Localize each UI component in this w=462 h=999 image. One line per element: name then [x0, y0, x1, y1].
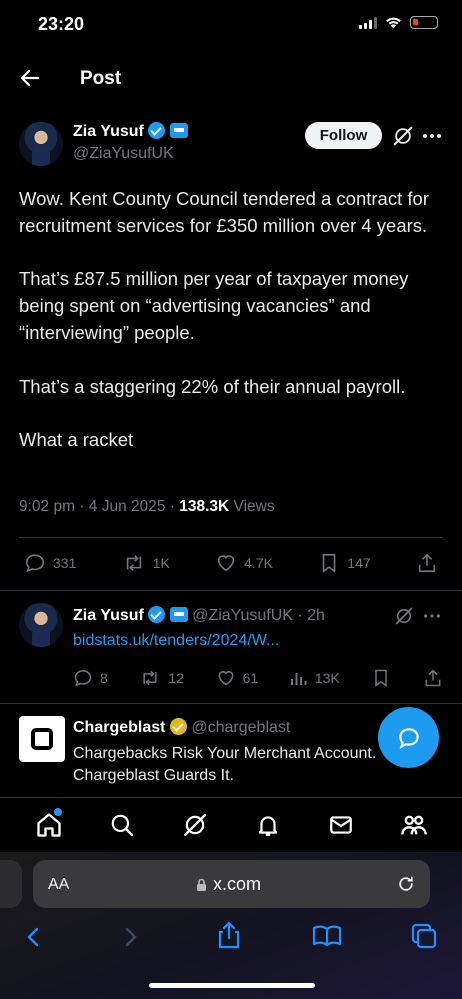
follow-button[interactable]: Follow: [305, 122, 382, 149]
author-line: Zia Yusuf: [73, 122, 188, 141]
reply-views-count: 13K: [314, 670, 340, 686]
forward-icon: [125, 927, 137, 947]
url-display[interactable]: x.com: [196, 874, 261, 895]
reply-repost-count: 12: [168, 670, 184, 686]
back-icon[interactable]: [22, 925, 44, 949]
reply-author-line: Zia Yusuf @ZiaYusufUK · 2h: [73, 606, 325, 625]
affiliate-badge-icon: [169, 123, 188, 138]
home-indicator: [149, 983, 315, 988]
bookmark-icon: [375, 669, 388, 687]
like-count: 4.7K: [244, 555, 273, 571]
verified-icon: [148, 122, 166, 139]
search-icon: [111, 814, 133, 836]
ad-handle[interactable]: @chargeblast: [191, 719, 290, 736]
like-icon: [218, 671, 234, 686]
like-icon: [217, 555, 235, 572]
grok-icon: [183, 814, 206, 836]
previous-tab-bar[interactable]: [0, 860, 22, 908]
ad-name[interactable]: Chargeblast: [73, 719, 165, 736]
compose-message-button[interactable]: [378, 707, 439, 768]
share-icon: [418, 553, 436, 573]
repost-icon: [143, 670, 158, 686]
tab-notifications[interactable]: [248, 805, 288, 845]
reply-reply-button[interactable]: 8: [73, 668, 108, 688]
status-time: 23:20: [38, 14, 85, 34]
reply-views-button[interactable]: 13K: [290, 669, 340, 687]
divider: [0, 703, 462, 704]
reply-like-button[interactable]: 61: [216, 668, 259, 688]
reply-link[interactable]: bidstats.uk/tenders/2024/W...: [73, 632, 279, 650]
reply-author-name[interactable]: Zia Yusuf: [73, 607, 144, 624]
views-count[interactable]: 138.3K: [179, 498, 229, 515]
share-icon: [425, 669, 441, 687]
reply-bookmark-button[interactable]: [371, 668, 391, 688]
reply-avatar[interactable]: [19, 603, 63, 647]
reload-icon[interactable]: [396, 874, 416, 894]
author-name[interactable]: Zia Yusuf: [73, 123, 144, 140]
post-timestamp: 9:02 pm · 4 Jun 2025 ·: [19, 498, 180, 515]
verified-icon: [148, 606, 166, 623]
reply-icon: [25, 554, 45, 573]
wifi-icon: [386, 17, 401, 29]
tab-home[interactable]: [29, 805, 69, 845]
more-icon[interactable]: [422, 606, 442, 626]
ad-author-line: Chargeblast @chargeblast: [73, 718, 290, 737]
repost-count: 1K: [152, 555, 170, 571]
status-icons: [359, 16, 438, 29]
tab-messages[interactable]: [321, 805, 361, 845]
verified-icon: [169, 718, 187, 735]
page-settings-button[interactable]: AA: [48, 876, 69, 894]
bookmark-count: 147: [347, 555, 371, 571]
reply-actions: 8 12 61 13K: [73, 668, 443, 688]
tab-grok[interactable]: [175, 805, 215, 845]
grok-icon[interactable]: [392, 125, 414, 147]
affiliate-badge-icon: [169, 607, 188, 622]
share-button[interactable]: [416, 552, 438, 574]
divider: [19, 537, 443, 538]
tab-bar: [0, 797, 462, 852]
reply-share-button[interactable]: [423, 668, 443, 688]
avatar[interactable]: [19, 122, 63, 166]
url-text: x.com: [213, 874, 262, 894]
views-label: Views: [229, 498, 275, 515]
reply-handle-time[interactable]: @ZiaYusufUK · 2h: [192, 607, 325, 624]
share-icon[interactable]: [216, 920, 242, 950]
signal-icon: [359, 16, 377, 29]
compose-message-icon: [398, 727, 419, 749]
bookmark-button[interactable]: 147: [318, 552, 371, 574]
author-handle[interactable]: @ZiaYusufUK: [73, 145, 174, 163]
post-meta: 9:02 pm · 4 Jun 2025 · 138.3K Views: [19, 498, 275, 516]
views-icon: [290, 673, 307, 685]
reply-button[interactable]: 331: [24, 552, 76, 574]
repost-button[interactable]: 1K: [122, 552, 170, 574]
bookmarks-icon[interactable]: [312, 924, 342, 948]
tab-search[interactable]: [102, 805, 142, 845]
more-icon[interactable]: [421, 126, 443, 146]
communities-icon: [400, 815, 427, 835]
notification-dot: [53, 808, 62, 816]
lock-icon: [197, 878, 206, 891]
grok-icon[interactable]: [394, 606, 414, 626]
repost-icon: [126, 555, 141, 571]
reply-repost-button[interactable]: 12: [139, 668, 184, 688]
reply-reply-count: 8: [100, 670, 108, 686]
divider: [0, 590, 462, 591]
reply-like-count: 61: [242, 670, 259, 686]
messages-icon: [329, 816, 352, 834]
like-button[interactable]: 4.7K: [215, 552, 273, 574]
reply-icon: [74, 670, 92, 687]
bookmark-icon: [322, 553, 336, 573]
notifications-icon: [258, 816, 277, 836]
tabs-icon[interactable]: [410, 922, 438, 950]
battery-icon: [410, 16, 438, 29]
page-title: Post: [80, 68, 122, 89]
chargeblast-logo[interactable]: [19, 716, 65, 762]
post-actions: 331 1K 4.7K 147: [24, 552, 438, 574]
ad-text: Chargebacks Risk Your Merchant Account. …: [73, 745, 377, 784]
post-text: Wow. Kent County Council tendered a cont…: [19, 188, 429, 451]
back-arrow-icon[interactable]: [18, 66, 42, 90]
tab-communities[interactable]: [394, 805, 434, 845]
reply-count: 331: [53, 555, 77, 571]
